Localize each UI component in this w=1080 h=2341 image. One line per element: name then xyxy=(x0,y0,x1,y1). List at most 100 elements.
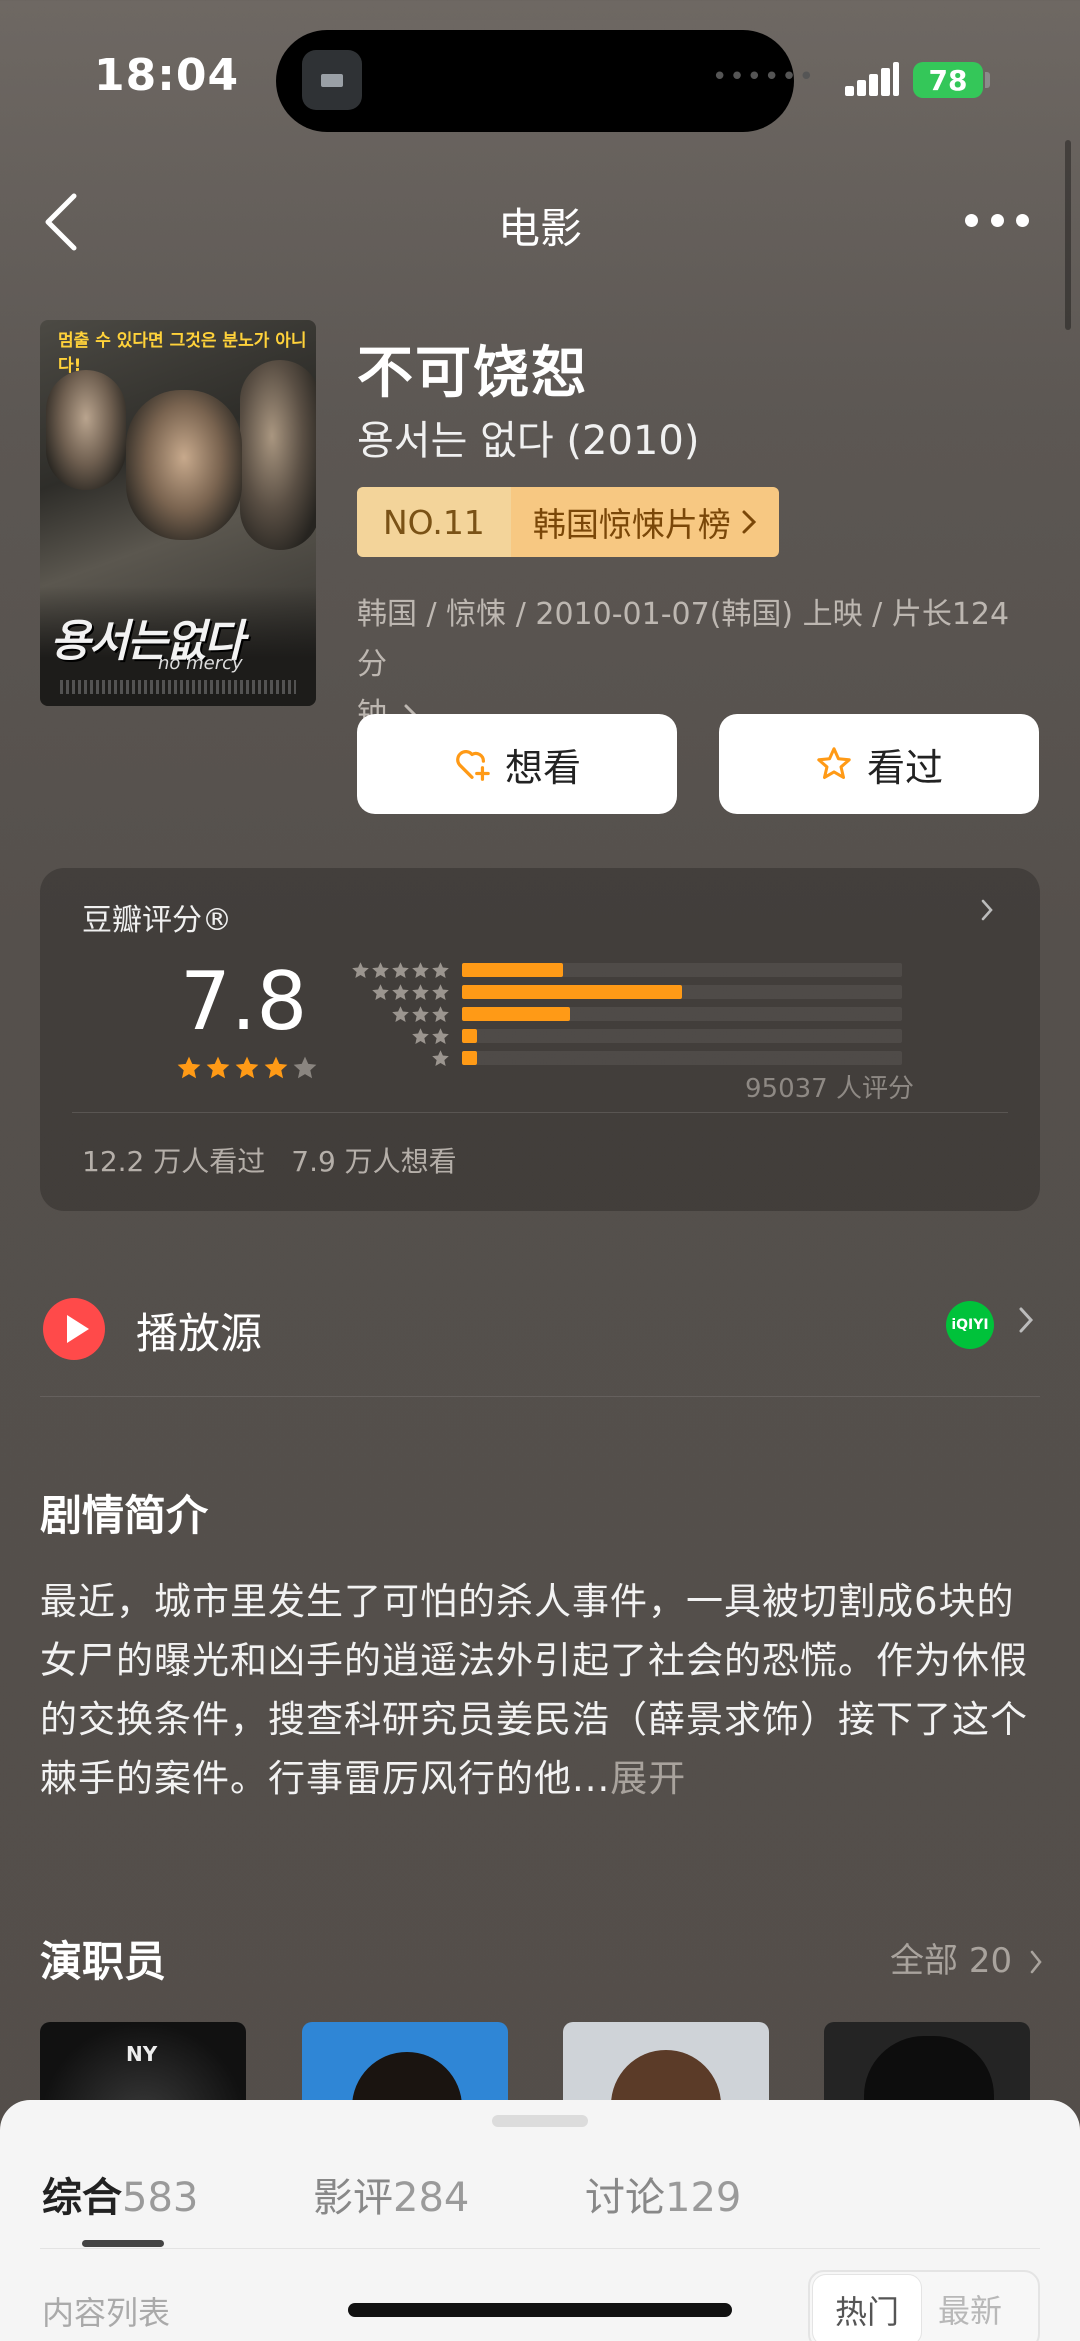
cast-all-label: 全部 xyxy=(890,1941,958,1981)
rating-label: 豆瓣评分® xyxy=(82,903,232,938)
poster-figure xyxy=(240,360,316,550)
star-icon xyxy=(412,1005,429,1022)
star-icon xyxy=(412,1027,429,1044)
star-icon xyxy=(235,1056,259,1079)
divider xyxy=(40,1396,1040,1397)
play-source-label[interactable]: 播放源 xyxy=(136,1300,262,1361)
tab-indicator xyxy=(82,2240,164,2247)
rating-score: 7.8 xyxy=(180,955,308,1048)
star-icon xyxy=(392,1005,409,1022)
row-stars xyxy=(350,1027,450,1046)
row-stars xyxy=(350,961,450,980)
synopsis-body: 最近，城市里发生了可怕的杀人事件，一具被切割成6块的女尸的曝光和凶手的逍遥法外引… xyxy=(40,1580,1028,1800)
star-icon xyxy=(392,961,409,978)
chevron-right-icon[interactable] xyxy=(980,895,994,930)
distribution-row xyxy=(350,1004,902,1024)
synopsis-text[interactable]: 最近，城市里发生了可怕的杀人事件，一具被切割成6块的女尸的曝光和凶手的逍遥法外引… xyxy=(40,1572,1040,1808)
watched-label: 看过 xyxy=(866,745,943,790)
tab-label: 讨论 xyxy=(585,2175,665,2221)
heart-plus-icon xyxy=(456,750,490,781)
chevron-right-icon[interactable] xyxy=(1018,1302,1034,1343)
expand-link[interactable]: 展开 xyxy=(610,1757,686,1800)
distribution-bar-track xyxy=(462,1051,902,1065)
tab-count: 129 xyxy=(665,2175,742,2221)
more-dot xyxy=(990,213,1004,227)
distribution-row xyxy=(350,960,902,980)
meta-line: 韩国 / 惊悚 / 2010-01-07(韩国) 上映 / 片长124分 xyxy=(357,597,1010,682)
synopsis-title: 剧情简介 xyxy=(40,1491,209,1540)
home-indicator[interactable] xyxy=(348,2303,732,2317)
star-icon xyxy=(432,1027,449,1044)
battery-tip xyxy=(985,72,990,88)
more-button[interactable] xyxy=(965,208,1029,232)
star-outline-icon xyxy=(817,747,851,780)
rank-number: NO.11 xyxy=(357,487,511,557)
star-icon xyxy=(432,1049,449,1066)
star-icon xyxy=(293,1056,317,1079)
rank-badge[interactable]: NO.11 韩国惊悚片榜 xyxy=(357,487,779,557)
distribution-bar xyxy=(462,963,564,977)
chevron-right-icon xyxy=(742,510,756,534)
movie-title: 不可饶恕 xyxy=(357,341,589,406)
sheet-handle[interactable] xyxy=(492,2115,588,2127)
distribution-bar-track xyxy=(462,985,902,999)
star-icon xyxy=(392,983,409,1000)
sort-new-button[interactable]: 最新 xyxy=(938,2286,1002,2332)
watched-count: 12.2 万人看过 xyxy=(82,1145,266,1178)
star-icon xyxy=(352,961,369,978)
chevron-right-icon xyxy=(1030,1950,1042,1974)
row-stars xyxy=(350,983,450,1002)
tab-discussions[interactable]: 讨论129 xyxy=(585,2165,741,2223)
star-icon xyxy=(432,983,449,1000)
more-dot xyxy=(1016,213,1029,227)
movie-poster[interactable]: 멈출 수 있다면 그것은 분노가 아니다! 용서는없다 no mercy xyxy=(40,320,316,706)
distribution-bar-track xyxy=(462,963,902,977)
star-icon xyxy=(372,983,389,1000)
star-icon xyxy=(432,1005,449,1022)
iqiyi-icon[interactable]: iQIYI xyxy=(946,1301,994,1349)
tab-overview[interactable]: 综合583 xyxy=(42,2165,198,2223)
distribution-bar xyxy=(462,1051,478,1065)
row-stars xyxy=(350,1049,450,1068)
star-icon xyxy=(412,983,429,1000)
battery-icon: 78 xyxy=(913,62,983,98)
signal-icon xyxy=(845,62,899,96)
divider xyxy=(72,1112,1008,1113)
cast-count: 20 xyxy=(968,1941,1013,1981)
tab-count: 583 xyxy=(122,2175,199,2221)
poster-figure xyxy=(46,370,126,490)
tab-reviews[interactable]: 影评284 xyxy=(313,2165,469,2223)
distribution-bar xyxy=(462,985,682,999)
poster-figure xyxy=(126,390,242,540)
distribution-bar xyxy=(462,1029,478,1043)
distribution-bar-track xyxy=(462,1029,902,1043)
star-icon xyxy=(372,961,389,978)
live-activity-icon xyxy=(302,50,362,110)
island-dots: •••••• xyxy=(712,62,817,92)
distribution-bar-track xyxy=(462,1007,902,1021)
watched-button[interactable]: 看过 xyxy=(719,714,1039,814)
cast-all-link[interactable]: 全部 20 xyxy=(890,1933,1043,1982)
divider xyxy=(40,2248,1040,2249)
star-icon xyxy=(432,961,449,978)
sort-hot-button[interactable]: 热门 xyxy=(812,2274,922,2341)
tab-count: 284 xyxy=(393,2175,470,2221)
row-stars xyxy=(350,1005,450,1024)
want-button[interactable]: 想看 xyxy=(357,714,677,814)
play-icon xyxy=(43,1298,105,1360)
poster-credits xyxy=(60,680,296,694)
original-title: 용서는 없다 (2010) xyxy=(357,418,700,464)
star-icon xyxy=(177,1056,201,1079)
page-title: 电影 xyxy=(497,204,582,253)
content-list-label: 内容列表 xyxy=(42,2294,171,2332)
star-icon xyxy=(412,961,429,978)
tab-label: 影评 xyxy=(313,2175,393,2221)
star-icon xyxy=(206,1056,230,1079)
poster-subtitle: no mercy xyxy=(158,653,243,674)
want-label: 想看 xyxy=(504,745,581,790)
vote-count: 95037 人评分 xyxy=(745,1074,914,1104)
distribution-bar xyxy=(462,1007,570,1021)
rank-list-label: 韩国惊悚片榜 xyxy=(532,505,731,544)
rating-stars xyxy=(176,1055,318,1081)
cast-title: 演职员 xyxy=(40,1937,167,1986)
